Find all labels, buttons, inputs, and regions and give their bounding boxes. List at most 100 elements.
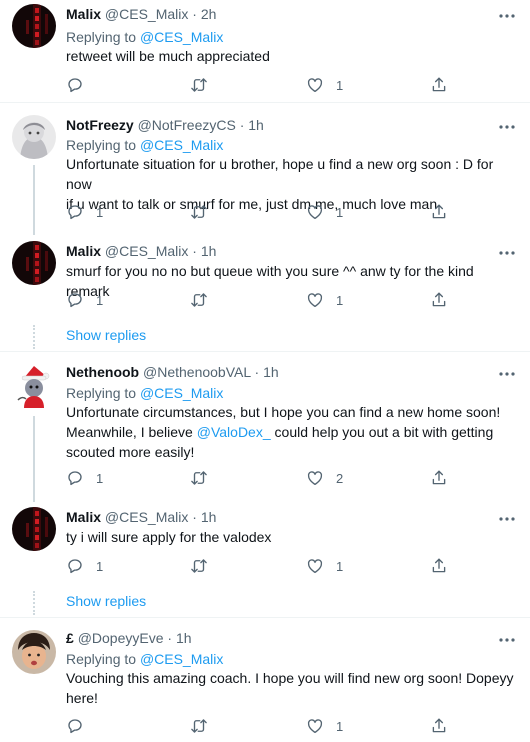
author-handle[interactable]: @CES_Malix <box>105 243 188 259</box>
share-button[interactable] <box>430 202 448 222</box>
like-icon <box>306 469 324 487</box>
avatar[interactable] <box>12 364 56 408</box>
show-replies-link[interactable]: Show replies <box>66 593 146 609</box>
replying-to-mention[interactable]: @CES_Malix <box>140 29 223 45</box>
more-icon[interactable] <box>498 250 516 256</box>
author-name[interactable]: £ <box>66 630 74 646</box>
reply-button[interactable]: 1 <box>66 556 103 576</box>
like-count: 1 <box>336 718 344 734</box>
mention-link[interactable]: @ValoDex_ <box>197 424 271 440</box>
like-button[interactable]: 1 <box>306 716 343 736</box>
timestamp[interactable]: 1h <box>176 630 192 646</box>
timestamp[interactable]: 1h <box>248 117 264 133</box>
avatar[interactable] <box>12 4 56 48</box>
avatar[interactable] <box>12 241 56 285</box>
replying-to-mention[interactable]: @CES_Malix <box>140 651 223 667</box>
author-handle[interactable]: @NethenoobVAL <box>143 364 251 380</box>
reply-count: 1 <box>96 558 104 574</box>
tweet-actions: 1 2 <box>66 468 506 488</box>
retweet-icon <box>190 76 208 94</box>
replying-to-label: Replying to <box>66 651 137 667</box>
replying-to-mention[interactable]: @CES_Malix <box>140 137 223 153</box>
show-replies-link[interactable]: Show replies <box>66 327 146 343</box>
tweet[interactable]: Malix @CES_Malix · 1h ty i will sure app… <box>0 501 530 615</box>
share-icon <box>430 203 448 221</box>
share-button[interactable] <box>430 75 448 95</box>
share-button[interactable] <box>430 290 448 310</box>
avatar[interactable] <box>12 630 56 674</box>
tweet-text-line: Vouching this amazing coach. I hope you … <box>66 670 514 686</box>
author-name[interactable]: Malix <box>66 243 101 259</box>
timestamp[interactable]: 1h <box>201 509 217 525</box>
reply-button[interactable]: 1 <box>66 468 103 488</box>
tweet-actions: 1 1 <box>66 290 506 310</box>
timestamp[interactable]: 1h <box>263 364 279 380</box>
tweet-actions: 1 <box>66 75 506 95</box>
thread-line <box>33 165 35 235</box>
retweet-button[interactable] <box>190 556 220 576</box>
share-button[interactable] <box>430 716 448 736</box>
reply-count: 1 <box>96 470 104 486</box>
share-icon <box>430 557 448 575</box>
retweet-button[interactable] <box>190 290 220 310</box>
like-button[interactable]: 2 <box>306 468 343 488</box>
tweet-text-line: Unfortunate situation for u brother, hop… <box>66 156 494 192</box>
author-name[interactable]: NotFreezy <box>66 117 134 133</box>
like-button[interactable]: 1 <box>306 75 343 95</box>
more-icon[interactable] <box>498 637 516 643</box>
share-icon <box>430 469 448 487</box>
replying-to-label: Replying to <box>66 385 137 401</box>
author-name[interactable]: Nethenoob <box>66 364 139 380</box>
author-handle[interactable]: @DopeyyEve <box>78 630 164 646</box>
more-icon[interactable] <box>498 13 516 19</box>
tweet[interactable]: Nethenoob @NethenoobVAL · 1h Replying to… <box>0 352 530 502</box>
tweet-actions: 1 1 <box>66 202 506 222</box>
author-handle[interactable]: @NotFreezyCS <box>138 117 236 133</box>
replying-to-mention[interactable]: @CES_Malix <box>140 385 223 401</box>
author-handle[interactable]: @CES_Malix <box>105 6 188 22</box>
timestamp[interactable]: 1h <box>201 243 217 259</box>
reply-button[interactable] <box>66 716 96 736</box>
reply-count: 1 <box>96 204 104 220</box>
replying-to: Replying to @CES_Malix <box>66 651 223 667</box>
avatar[interactable] <box>12 115 56 159</box>
retweet-button[interactable] <box>190 202 220 222</box>
avatar[interactable] <box>12 507 56 551</box>
replying-to: Replying to @CES_Malix <box>66 385 223 401</box>
tweet-header: Malix @CES_Malix · 2h <box>66 6 216 22</box>
author-handle[interactable]: @CES_Malix <box>105 509 188 525</box>
more-icon[interactable] <box>498 124 516 130</box>
like-button[interactable]: 1 <box>306 556 343 576</box>
share-button[interactable] <box>430 556 448 576</box>
reply-icon <box>66 203 84 221</box>
like-count: 1 <box>336 558 344 574</box>
separator-dot: · <box>192 243 197 259</box>
author-name[interactable]: Malix <box>66 509 101 525</box>
like-count: 1 <box>336 204 344 220</box>
tweet[interactable]: Malix @CES_Malix · 1h smurf for you no n… <box>0 235 530 349</box>
like-button[interactable]: 1 <box>306 290 343 310</box>
like-count: 2 <box>336 470 344 486</box>
like-button[interactable]: 1 <box>306 202 343 222</box>
reply-button[interactable] <box>66 75 96 95</box>
more-icon[interactable] <box>498 371 516 377</box>
reply-button[interactable]: 1 <box>66 290 103 310</box>
retweet-icon <box>190 717 208 735</box>
retweet-button[interactable] <box>190 75 220 95</box>
retweet-button[interactable] <box>190 468 220 488</box>
reply-button[interactable]: 1 <box>66 202 103 222</box>
tweet-text-fragment: Meanwhile, I believe <box>66 424 197 440</box>
tweet[interactable]: Malix @CES_Malix · 2h Replying to @CES_M… <box>0 0 530 100</box>
timestamp[interactable]: 2h <box>201 6 217 22</box>
more-icon[interactable] <box>498 516 516 522</box>
tweet[interactable]: NotFreezy @NotFreezyCS · 1h Replying to … <box>0 103 530 235</box>
share-icon <box>430 76 448 94</box>
tweet-text-line: Meanwhile, I believe @ValoDex_ could hel… <box>66 422 516 442</box>
tweet[interactable]: £ @DopeyyEve · 1h Replying to @CES_Malix… <box>0 618 530 742</box>
replying-to: Replying to @CES_Malix <box>66 137 223 153</box>
author-name[interactable]: Malix <box>66 6 101 22</box>
retweet-button[interactable] <box>190 716 220 736</box>
share-button[interactable] <box>430 468 448 488</box>
replying-to-label: Replying to <box>66 29 137 45</box>
tweet-header: Nethenoob @NethenoobVAL · 1h <box>66 364 279 380</box>
